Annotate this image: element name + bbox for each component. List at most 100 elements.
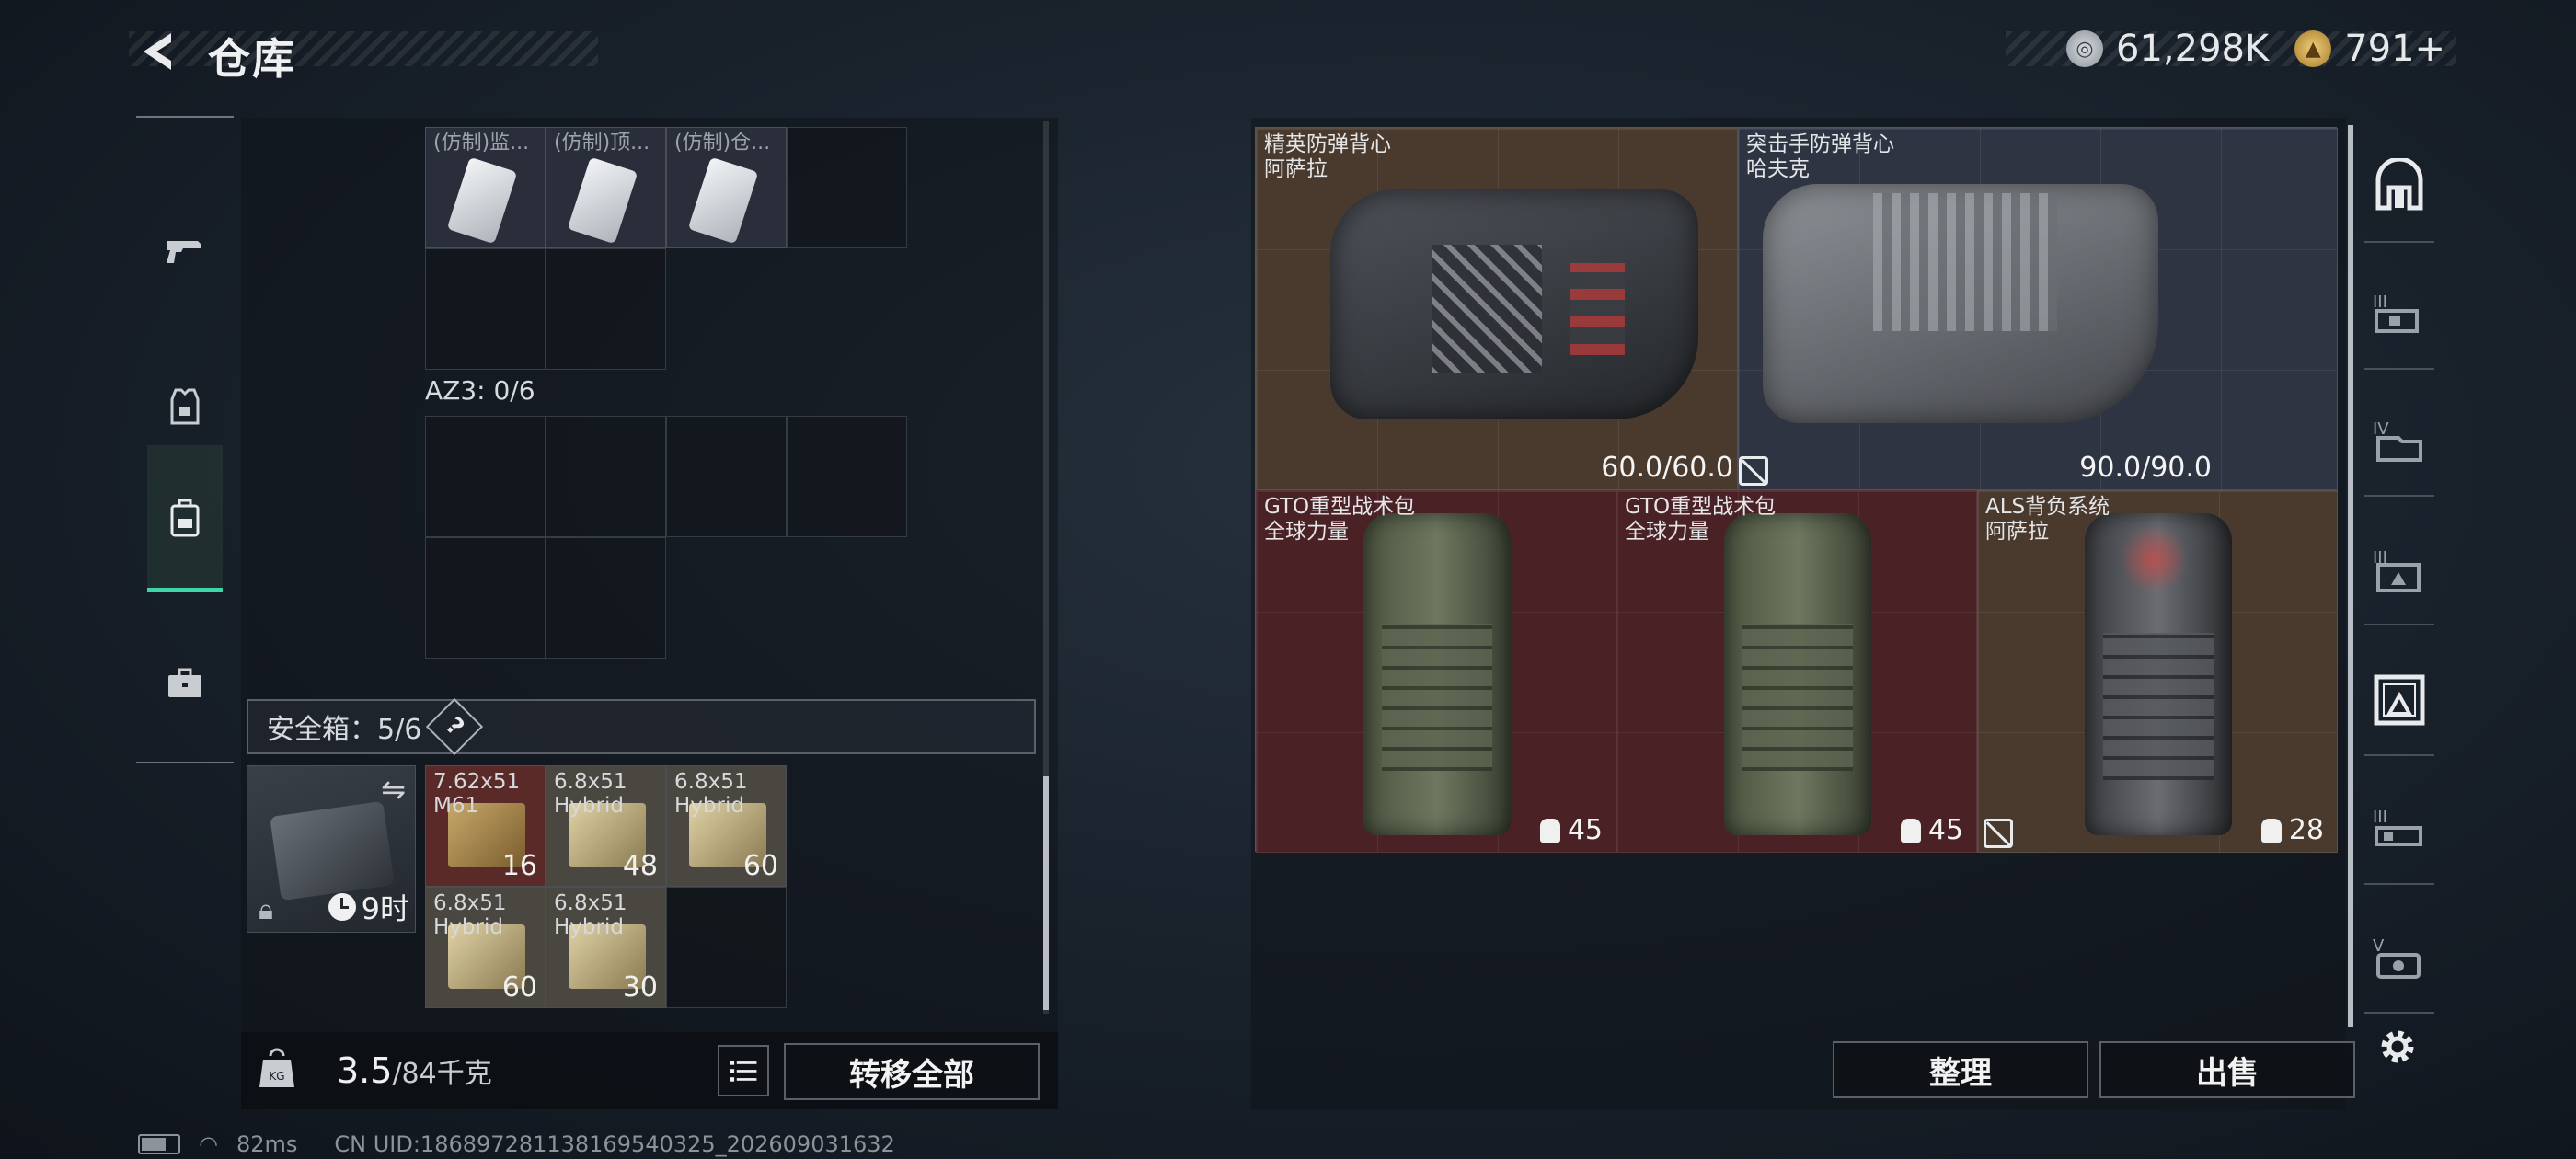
list-view-button[interactable] — [718, 1045, 769, 1096]
container-grid-1: (仿制)监... (仿制)顶... (仿制)仓... — [425, 127, 907, 370]
stash-item-backpack-gto-1[interactable]: GTO重型战术包 全球力量 45 — [1256, 490, 1616, 853]
stash-item-armor-elite[interactable]: 精英防弹背心 阿萨拉 60.0/60.0 — [1256, 128, 1738, 490]
container-item[interactable]: (仿制)顶... — [546, 127, 666, 248]
battery-icon — [138, 1134, 180, 1154]
ping-text: 82ms — [236, 1131, 298, 1157]
pistol-icon — [167, 241, 201, 263]
stash-item-backpack-als[interactable]: ALS背负系统 阿萨拉 28 — [1977, 490, 2338, 853]
storage-active-icon — [2374, 674, 2425, 726]
storage-iv-icon: IV — [2373, 419, 2422, 462]
stash-item-armor-assault[interactable]: 突击手防弹背心 哈夫克 90.0/90.0 — [1738, 128, 2338, 490]
backpack-capacity: 28 — [2260, 814, 2324, 846]
tab-stash-current[interactable] — [2364, 646, 2434, 756]
safebox-header: 安全箱：5/6 ? — [247, 697, 1036, 756]
uid-text: CN UID:186897281138169540325_20260903163… — [334, 1131, 895, 1157]
empty-slot[interactable] — [546, 248, 666, 370]
sell-button[interactable]: 出售 — [2099, 1041, 2355, 1098]
ammo-item[interactable]: 6.8x51 Hybrid 30 — [546, 887, 666, 1008]
vest-image — [1763, 184, 2158, 423]
header-stripe-left — [129, 31, 598, 66]
back-arrow-icon — [144, 33, 171, 70]
swap-icon[interactable]: ⇋ — [381, 772, 406, 807]
armor-vest-icon — [170, 388, 200, 425]
lock-icon: 🔒︎ — [259, 894, 273, 926]
settings-gear-icon[interactable] — [2374, 1023, 2421, 1071]
storage-iii-c-icon: III — [2373, 808, 2422, 846]
tab-stash-3[interactable]: III — [2364, 259, 2434, 370]
svg-text:IV: IV — [2373, 419, 2389, 439]
help-button[interactable]: ? — [426, 697, 484, 756]
svg-text:III: III — [2373, 293, 2387, 312]
stash-home-icon — [2375, 158, 2423, 211]
ammo-item[interactable]: 6.8x51 Hybrid 60 — [666, 765, 787, 887]
timer-text: 9时 — [361, 891, 409, 926]
status-bar: ◠ 82ms CN UID:186897281138169540325_2026… — [138, 1131, 895, 1157]
stash-scrollbar[interactable] — [2348, 125, 2353, 1027]
weight-value: 3.5 — [337, 1050, 393, 1091]
capacity-icon — [1900, 818, 1921, 843]
silver-coin-icon: ◎ — [2066, 30, 2103, 67]
tab-stash-4[interactable]: IV — [2364, 386, 2434, 497]
safebox-label: 安全箱：5/6 — [267, 714, 422, 746]
backpack-capacity: 45 — [1900, 814, 1963, 846]
ammo-item[interactable]: 6.8x51 Hybrid 60 — [425, 887, 546, 1008]
safebox-card[interactable]: ⇋ 🔒︎ 9时 — [247, 765, 416, 933]
page-title: 仓库 — [208, 34, 296, 84]
back-button[interactable] — [134, 28, 180, 75]
stash-grid: 精英防弹背心 阿萨拉 60.0/60.0 突击手防弹背心 哈夫克 90.0/90… — [1255, 127, 2338, 853]
briefcase-icon — [168, 668, 201, 697]
backpack-icon — [170, 499, 200, 536]
weight-readout: 3.5/84千克 — [337, 1050, 492, 1091]
tab-stash-5[interactable]: V — [2364, 903, 2434, 1014]
backpack-image — [1363, 513, 1511, 835]
stash-item-backpack-gto-2[interactable]: GTO重型战术包 全球力量 45 — [1616, 490, 1977, 853]
card-icon — [446, 156, 518, 245]
wifi-icon: ◠ — [199, 1131, 218, 1157]
tab-stash-3b[interactable]: III — [2364, 515, 2434, 625]
right-tab-bar: III IV III III V — [2355, 120, 2440, 1039]
empty-slot[interactable] — [787, 416, 907, 537]
empty-slot[interactable] — [546, 537, 666, 659]
empty-slot[interactable] — [546, 416, 666, 537]
container-item[interactable]: (仿制)仓... — [666, 127, 787, 248]
card-icon — [687, 156, 759, 245]
storage-iii-b-icon: III — [2373, 548, 2421, 592]
empty-slot[interactable] — [425, 537, 546, 659]
empty-slot[interactable] — [425, 248, 546, 370]
weight-icon: KG — [258, 1045, 296, 1091]
left-tab-bar — [136, 116, 234, 763]
container-scrollbar[interactable] — [1043, 121, 1049, 1014]
ammo-item[interactable]: 6.8x51 Hybrid 48 — [546, 765, 666, 887]
sort-button[interactable]: 整理 — [1833, 1041, 2088, 1098]
timer-badge: 9时 — [328, 886, 409, 928]
unrepairable-icon — [1739, 456, 1768, 486]
storage-v-icon: V — [2373, 936, 2421, 979]
tab-weapons[interactable] — [147, 177, 223, 324]
az3-label: AZ3: 0/6 — [425, 375, 535, 406]
capacity-icon — [2260, 818, 2282, 843]
capacity-icon — [1539, 818, 1560, 843]
weight-max: /84千克 — [392, 1058, 492, 1090]
svg-text:V: V — [2373, 936, 2385, 956]
empty-slot[interactable] — [666, 887, 787, 1008]
container-item[interactable]: (仿制)监... — [425, 127, 546, 248]
gold-coin-icon: ▲ — [2294, 30, 2332, 67]
vest-image — [1330, 189, 1698, 419]
svg-text:KG: KG — [269, 1070, 284, 1083]
az3-grid — [425, 416, 907, 659]
tab-stash-all[interactable] — [2364, 132, 2434, 243]
empty-slot[interactable] — [666, 416, 787, 537]
transfer-all-button[interactable]: 转移全部 — [784, 1043, 1040, 1100]
empty-slot[interactable] — [425, 416, 546, 537]
tab-stash-3c[interactable]: III — [2364, 775, 2434, 885]
card-icon — [567, 156, 638, 245]
list-icon — [730, 1061, 757, 1082]
empty-slot[interactable] — [787, 127, 907, 248]
currency-bar[interactable]: ◎ 61,298K ▲ 791+ — [2066, 28, 2445, 70]
svg-text:III: III — [2373, 808, 2387, 827]
tab-backpack[interactable] — [147, 445, 223, 592]
tab-briefcase[interactable] — [147, 609, 223, 756]
storage-iii-icon: III — [2373, 293, 2419, 333]
safebox-grid: 7.62x51 M61 16 6.8x51 Hybrid 48 6.8x51 H… — [425, 765, 788, 1008]
ammo-item[interactable]: 7.62x51 M61 16 — [425, 765, 546, 887]
